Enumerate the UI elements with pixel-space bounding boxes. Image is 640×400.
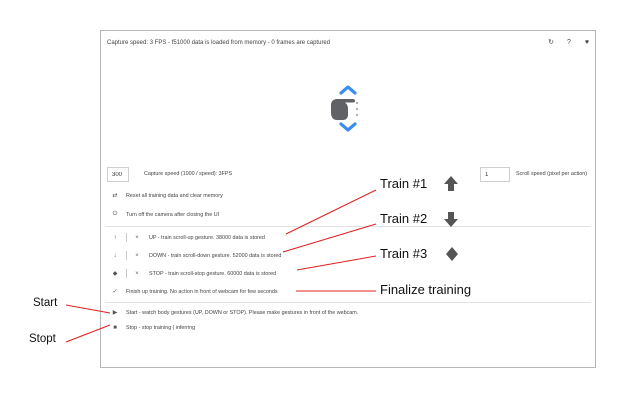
annotation-stop: Stopt xyxy=(29,333,56,345)
annotation-train1: Train #1 xyxy=(380,176,428,191)
annotation-arrow-up-icon xyxy=(444,176,458,191)
annotation-arrow-down-icon xyxy=(444,212,458,227)
annotation-train2: Train #2 xyxy=(380,211,428,226)
annotation-start: Start xyxy=(33,297,58,309)
annotation-diamond-icon xyxy=(446,247,458,261)
annotation-finalize: Finalize training xyxy=(380,282,472,297)
annotation-line-stop xyxy=(65,324,111,343)
annotation-lines xyxy=(65,176,458,343)
annotation-line-train3 xyxy=(296,255,377,271)
annotation-line-start xyxy=(65,304,111,314)
annotation-line-train1 xyxy=(285,189,377,235)
annotation-train3: Train #3 xyxy=(380,246,428,261)
